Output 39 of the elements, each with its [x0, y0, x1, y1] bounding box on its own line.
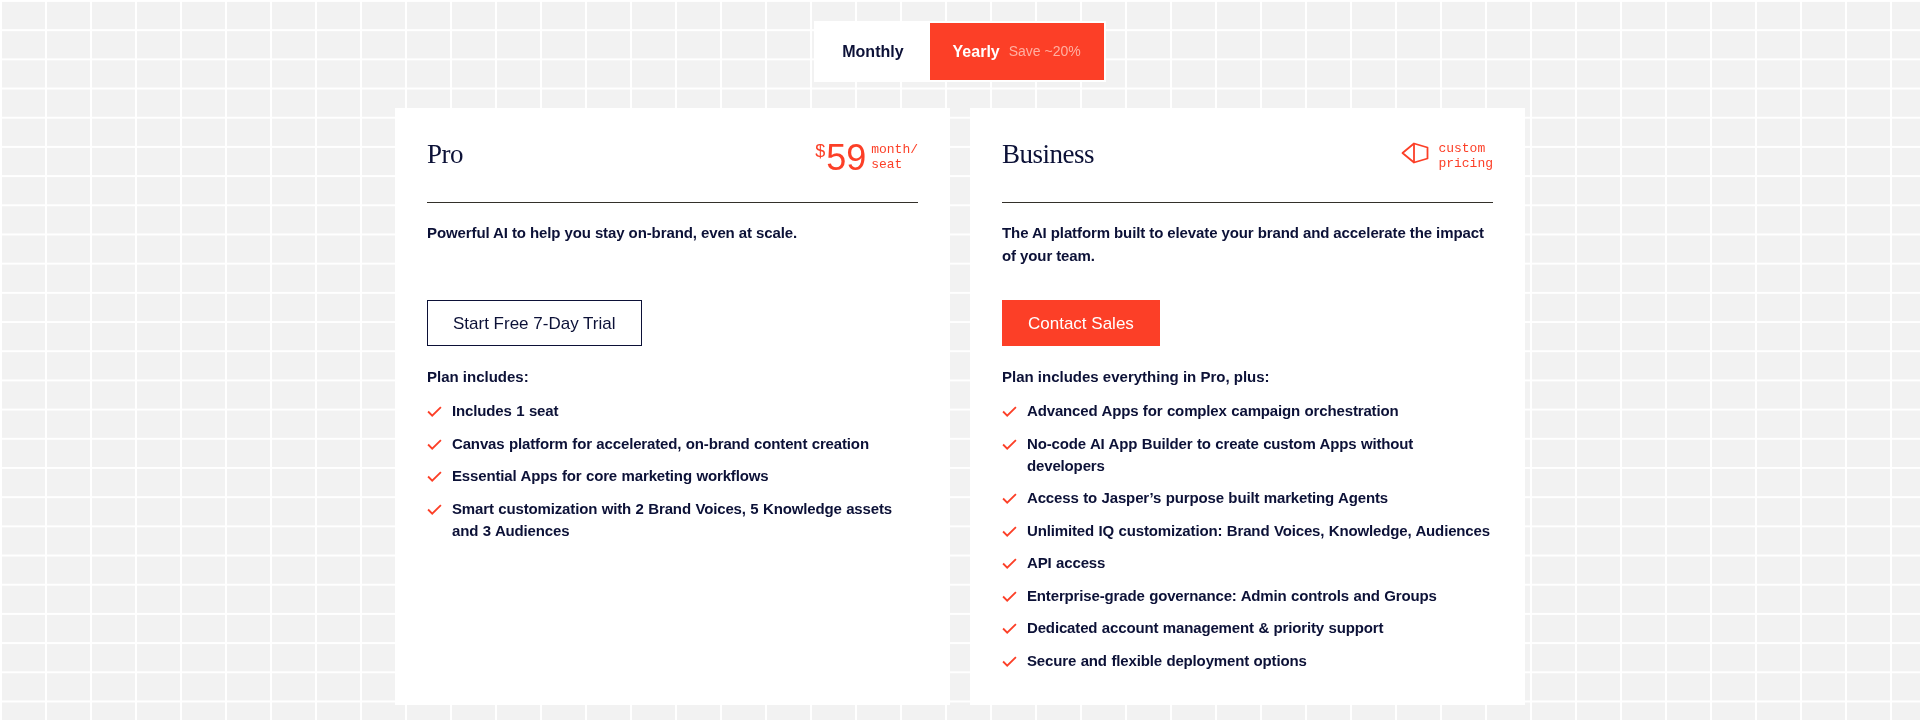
feature-text: Access to Jasper’s purpose built marketing Agents — [1027, 488, 1389, 508]
cta-button[interactable]: Contact Sales — [1002, 300, 1160, 346]
feature-text: No-code AI App Builder to create custom Apps without developers — [1027, 433, 1415, 476]
currency-symbol: $ — [815, 142, 826, 160]
plan-description: The AI platform built to elevate your brand and accelerate the impact of your team. — [1002, 223, 1485, 266]
billing-tab[interactable]: Yearly Save ~20% — [929, 23, 1104, 80]
check-icon — [1002, 438, 1017, 450]
discount-note: Save ~20% — [1008, 42, 1081, 61]
pricing-label: custom pricing — [1438, 141, 1493, 171]
hexagon-icon — [1401, 142, 1430, 164]
feature-text: Secure and flexible deployment options — [1027, 650, 1307, 671]
feature-text: Canvas platform for accelerated, on-brand content creation — [452, 433, 869, 454]
feature-text: API access — [1027, 553, 1106, 573]
price-unit: month/ seat — [871, 142, 918, 172]
check-icon — [1002, 493, 1017, 504]
feature-text: Smart customization with 2 Brand Voices, 5 Knowledge assets and 3 Audiences — [452, 498, 893, 541]
plan-description: Powerful AI to help you stay on-brand, even at scale. — [427, 223, 799, 243]
check-icon — [427, 406, 442, 417]
price-amount: 59 — [826, 140, 867, 176]
check-icon — [1002, 590, 1017, 602]
feature-text: Enterprise-grade governance: Admin controls and Groups — [1027, 585, 1437, 606]
check-icon — [427, 438, 442, 450]
feature-text: Includes 1 seat — [452, 401, 559, 421]
check-icon — [1002, 406, 1017, 417]
plan-title: Business — [1002, 138, 1095, 171]
check-icon — [427, 503, 442, 515]
features-heading: Plan includes: — [427, 367, 530, 387]
feature-text: Unlimited IQ customization: Brand Voices, Knowledge, Audiences — [1027, 520, 1490, 541]
check-icon — [1002, 655, 1017, 667]
check-icon — [1002, 558, 1017, 569]
check-icon — [1002, 525, 1017, 537]
plan-title: Pro — [427, 138, 463, 171]
feature-text: Advanced Apps for complex campaign orchestration — [1027, 401, 1399, 421]
check-icon — [1002, 623, 1017, 634]
check-icon — [427, 471, 442, 482]
features-heading: Plan includes everything in Pro, plus: — [1002, 367, 1271, 387]
cta-button[interactable]: Start Free 7-Day Trial — [427, 300, 642, 346]
feature-text: Essential Apps for core marketing workflows — [452, 466, 769, 486]
feature-text: Dedicated account management & priority support — [1027, 618, 1384, 638]
